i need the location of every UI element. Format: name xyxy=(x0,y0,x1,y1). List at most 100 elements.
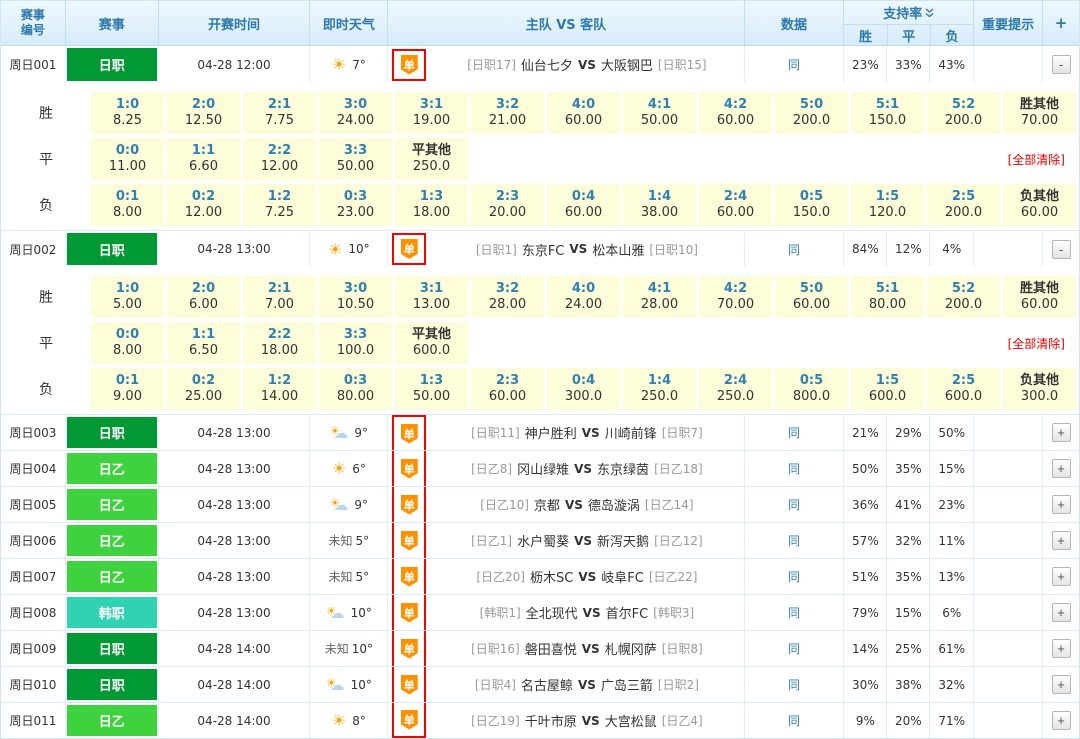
data-link[interactable]: 同 xyxy=(788,56,800,73)
odds-cell[interactable]: 2:2 18.00 xyxy=(243,322,316,364)
clear-all-link[interactable]: [全部清除] xyxy=(1008,335,1065,352)
odds-cell[interactable]: 3:3 100.0 xyxy=(319,322,392,364)
odds-cell[interactable]: 3:1 13.00 xyxy=(395,276,468,318)
odds-cell[interactable]: 1:4 38.00 xyxy=(623,184,696,226)
home-team[interactable]: 神户胜利 xyxy=(525,423,577,442)
odds-cell[interactable]: 负其他 60.00 xyxy=(1003,184,1076,226)
expand-toggle-button[interactable]: + xyxy=(1052,423,1071,442)
data-link[interactable]: 同 xyxy=(788,424,800,441)
away-team[interactable]: 川崎前锋 xyxy=(605,423,657,442)
data-link[interactable]: 同 xyxy=(788,241,800,258)
odds-cell[interactable]: 4:2 60.00 xyxy=(699,92,772,134)
data-link[interactable]: 同 xyxy=(788,568,800,585)
data-link[interactable]: 同 xyxy=(788,604,800,621)
odds-cell[interactable]: 0:5 150.0 xyxy=(775,184,848,226)
expand-toggle-button[interactable]: - xyxy=(1052,55,1071,74)
odds-cell[interactable]: 1:4 250.0 xyxy=(623,368,696,410)
odds-cell[interactable]: 5:1 80.00 xyxy=(851,276,924,318)
away-team[interactable]: 新泻天鹅 xyxy=(597,531,649,550)
odds-cell[interactable]: 1:5 600.0 xyxy=(851,368,924,410)
data-link[interactable]: 同 xyxy=(788,460,800,477)
odds-cell[interactable]: 0:4 300.0 xyxy=(547,368,620,410)
odds-cell[interactable]: 1:1 6.60 xyxy=(167,138,240,180)
odds-cell[interactable]: 2:5 600.0 xyxy=(927,368,1000,410)
home-team[interactable]: 磐田喜悦 xyxy=(525,639,577,658)
odds-cell[interactable]: 1:2 7.25 xyxy=(243,184,316,226)
header-start-time[interactable]: 开赛时间 xyxy=(159,1,311,45)
odds-cell[interactable]: 4:0 60.00 xyxy=(547,92,620,134)
odds-cell[interactable]: 0:3 80.00 xyxy=(319,368,392,410)
odds-cell[interactable]: 5:2 200.0 xyxy=(927,276,1000,318)
home-team[interactable]: 千叶市原 xyxy=(525,711,577,730)
odds-cell[interactable]: 1:0 5.00 xyxy=(91,276,164,318)
odds-cell[interactable]: 0:1 8.00 xyxy=(91,184,164,226)
odds-cell[interactable]: 2:1 7.75 xyxy=(243,92,316,134)
data-link[interactable]: 同 xyxy=(788,676,800,693)
odds-cell[interactable]: 2:0 6.00 xyxy=(167,276,240,318)
header-support-rate[interactable]: 支持率 胜 平 负 xyxy=(844,1,974,45)
expand-toggle-button[interactable]: + xyxy=(1052,531,1071,550)
header-match-no[interactable]: 赛事 编号 xyxy=(1,1,66,45)
odds-cell[interactable]: 5:0 60.00 xyxy=(775,276,848,318)
odds-cell[interactable]: 0:4 60.00 xyxy=(547,184,620,226)
home-team[interactable]: 枥木SC xyxy=(530,567,573,586)
odds-cell[interactable]: 1:0 8.25 xyxy=(91,92,164,134)
data-link[interactable]: 同 xyxy=(788,532,800,549)
odds-cell[interactable]: 5:1 150.0 xyxy=(851,92,924,134)
data-link[interactable]: 同 xyxy=(788,496,800,513)
odds-cell[interactable]: 2:3 20.00 xyxy=(471,184,544,226)
odds-cell[interactable]: 平其他 600.0 xyxy=(395,322,468,364)
odds-cell[interactable]: 2:2 12.00 xyxy=(243,138,316,180)
data-link[interactable]: 同 xyxy=(788,712,800,729)
home-team[interactable]: 仙台七夕 xyxy=(521,55,573,74)
odds-cell[interactable]: 0:3 23.00 xyxy=(319,184,392,226)
odds-cell[interactable]: 3:2 21.00 xyxy=(471,92,544,134)
home-team[interactable]: 水户蜀葵 xyxy=(517,531,569,550)
away-team[interactable]: 大宫松鼠 xyxy=(605,711,657,730)
odds-cell[interactable]: 负其他 300.0 xyxy=(1003,368,1076,410)
home-team[interactable]: 全北现代 xyxy=(526,603,578,622)
odds-cell[interactable]: 0:2 25.00 xyxy=(167,368,240,410)
odds-cell[interactable]: 5:2 200.0 xyxy=(927,92,1000,134)
expand-toggle-button[interactable]: + xyxy=(1052,495,1071,514)
odds-cell[interactable]: 3:2 28.00 xyxy=(471,276,544,318)
home-team[interactable]: 名古屋鲸 xyxy=(521,675,573,694)
odds-cell[interactable]: 2:3 60.00 xyxy=(471,368,544,410)
odds-cell[interactable]: 0:0 11.00 xyxy=(91,138,164,180)
odds-cell[interactable]: 胜其他 60.00 xyxy=(1003,276,1076,318)
odds-cell[interactable]: 0:1 9.00 xyxy=(91,368,164,410)
expand-toggle-button[interactable]: + xyxy=(1052,711,1071,730)
odds-cell[interactable]: 1:3 18.00 xyxy=(395,184,468,226)
odds-cell[interactable]: 0:2 12.00 xyxy=(167,184,240,226)
away-team[interactable]: 松本山雅 xyxy=(592,240,644,259)
odds-cell[interactable]: 1:5 120.0 xyxy=(851,184,924,226)
odds-cell[interactable]: 0:5 800.0 xyxy=(775,368,848,410)
odds-cell[interactable]: 3:0 10.50 xyxy=(319,276,392,318)
away-team[interactable]: 德岛漩涡 xyxy=(588,495,640,514)
away-team[interactable]: 广岛三箭 xyxy=(601,675,653,694)
away-team[interactable]: 东京绿茵 xyxy=(597,459,649,478)
odds-cell[interactable]: 2:5 200.0 xyxy=(927,184,1000,226)
odds-cell[interactable]: 3:0 24.00 xyxy=(319,92,392,134)
away-team[interactable]: 札幌冈萨 xyxy=(605,639,657,658)
expand-toggle-button[interactable]: + xyxy=(1052,639,1071,658)
expand-toggle-button[interactable]: - xyxy=(1052,240,1071,259)
odds-cell[interactable]: 2:4 250.0 xyxy=(699,368,772,410)
odds-cell[interactable]: 4:1 50.00 xyxy=(623,92,696,134)
away-team[interactable]: 大阪钢巴 xyxy=(601,55,653,74)
away-team[interactable]: 岐阜FC xyxy=(601,567,644,586)
odds-cell[interactable]: 2:1 7.00 xyxy=(243,276,316,318)
home-team[interactable]: 冈山绿雉 xyxy=(517,459,569,478)
odds-cell[interactable]: 4:0 24.00 xyxy=(547,276,620,318)
odds-cell[interactable]: 4:1 28.00 xyxy=(623,276,696,318)
home-team[interactable]: 京都 xyxy=(534,495,560,514)
odds-cell[interactable]: 5:0 200.0 xyxy=(775,92,848,134)
expand-toggle-button[interactable]: + xyxy=(1052,459,1071,478)
odds-cell[interactable]: 胜其他 70.00 xyxy=(1003,92,1076,134)
odds-cell[interactable]: 4:2 70.00 xyxy=(699,276,772,318)
odds-cell[interactable]: 1:3 50.00 xyxy=(395,368,468,410)
odds-cell[interactable]: 2:4 60.00 xyxy=(699,184,772,226)
away-team[interactable]: 首尔FC xyxy=(606,603,649,622)
odds-cell[interactable]: 3:3 50.00 xyxy=(319,138,392,180)
header-league[interactable]: 赛事 xyxy=(66,1,159,45)
